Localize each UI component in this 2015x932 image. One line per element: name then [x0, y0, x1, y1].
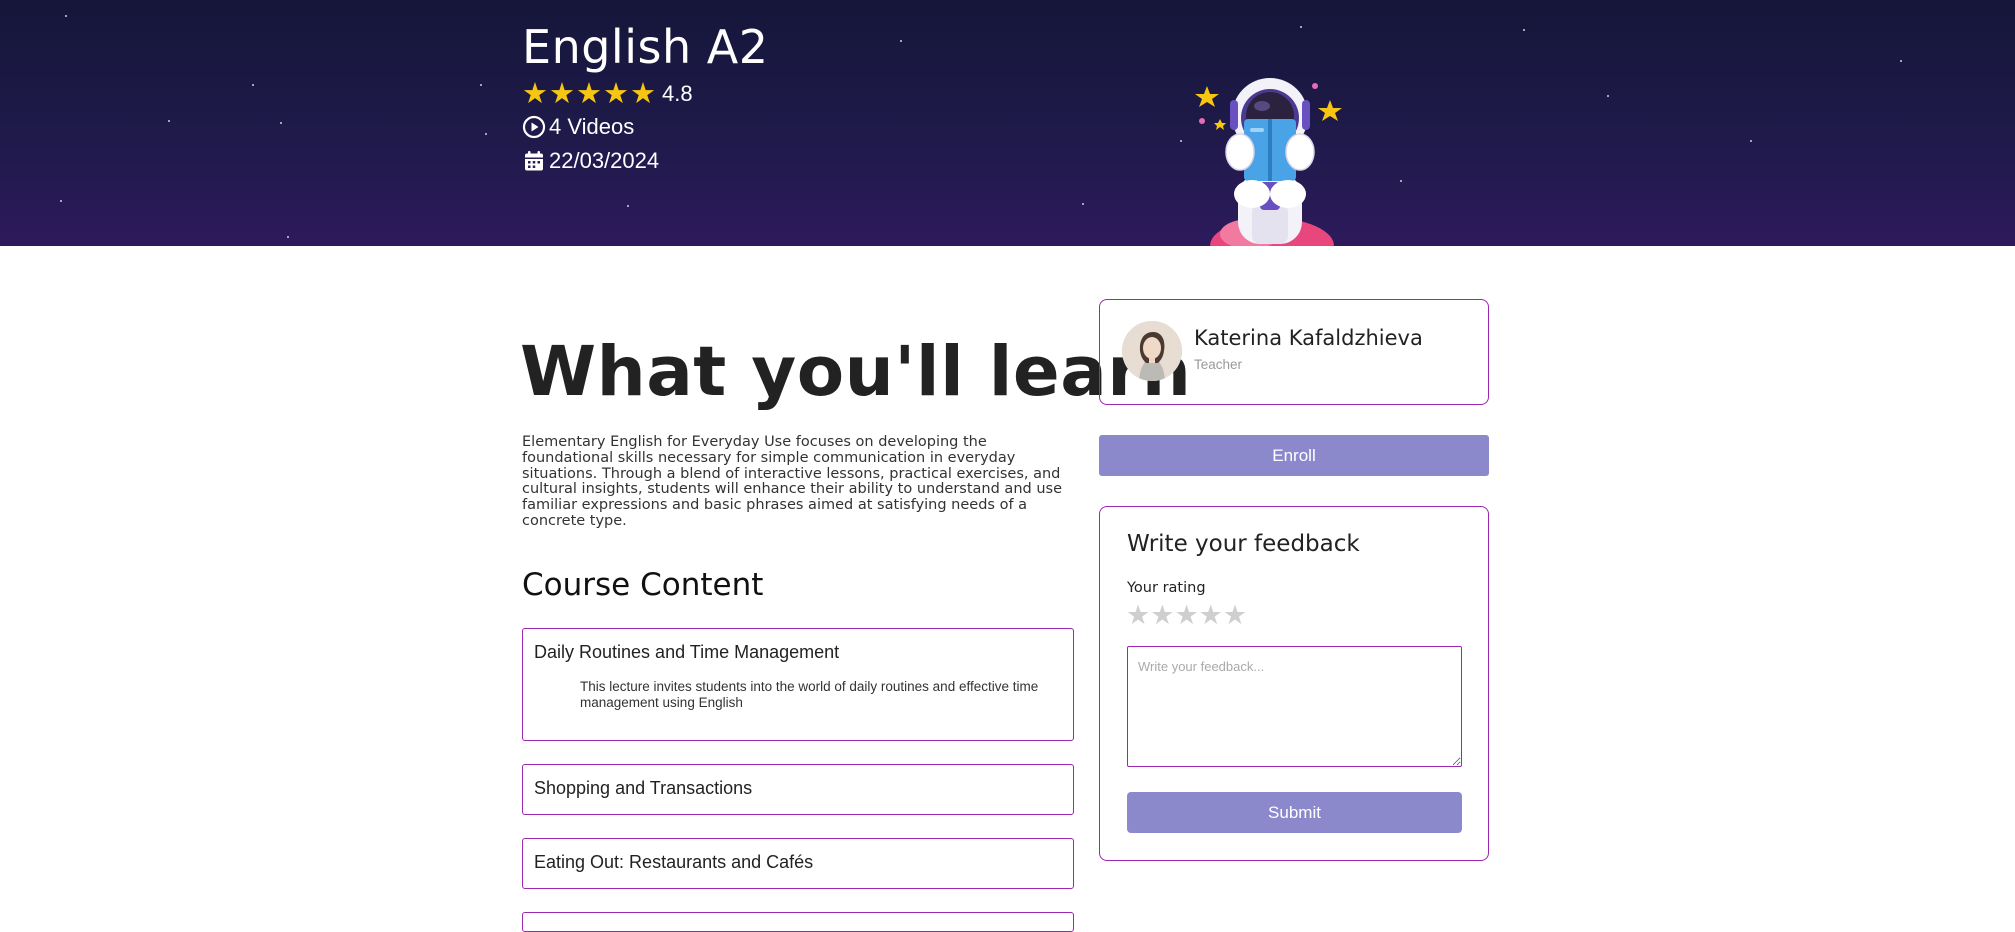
astronaut-reading-illustration	[1195, 78, 1342, 246]
star-icon: ★	[522, 78, 548, 110]
background-star	[1900, 60, 1902, 62]
star-icon: ★	[576, 78, 602, 110]
star-icon: ★	[630, 78, 656, 110]
what-youll-learn-heading: What you'll learn	[520, 332, 1192, 412]
course-date: 22/03/2024	[522, 148, 659, 174]
background-star	[1607, 95, 1609, 97]
teacher-name: Katerina Kafaldzhieva	[1194, 326, 1423, 350]
lesson-description: This lecture invites students into the w…	[580, 679, 1039, 710]
lesson-title: Shopping and Transactions	[534, 778, 753, 798]
teacher-photo	[1122, 321, 1182, 381]
background-star	[1082, 203, 1084, 205]
lesson-title: Daily Routines and Time Management	[534, 642, 840, 662]
rating-input[interactable]: ★ ★ ★ ★ ★	[1126, 602, 1247, 629]
background-star	[627, 205, 629, 207]
video-count: 4 Videos	[522, 114, 634, 140]
submit-button[interactable]: Submit	[1127, 792, 1462, 833]
background-star	[1750, 140, 1752, 142]
background-star	[485, 133, 487, 135]
background-star	[480, 84, 482, 86]
star-icon: ★	[603, 78, 629, 110]
background-star	[252, 84, 254, 86]
lesson-title: Eating Out: Restaurants and Cafés	[534, 852, 814, 872]
star-icon[interactable]: ★	[1199, 602, 1223, 629]
feedback-textarea[interactable]	[1127, 646, 1462, 767]
rating-label: Your rating	[1127, 580, 1206, 596]
background-star	[900, 40, 902, 42]
background-star	[1180, 140, 1182, 142]
course-hero-banner: English A2 ★ ★ ★ ★ ★ 4.8 4 Videos 22/03/…	[0, 0, 2015, 246]
rating-value: 4.8	[662, 81, 693, 106]
lesson-item[interactable]: Shopping and Transactions	[522, 764, 1074, 815]
background-star	[280, 122, 282, 124]
lesson-item[interactable]: Eating Out: Restaurants and Cafés	[522, 838, 1074, 889]
course-content-heading: Course Content	[522, 567, 764, 603]
background-star	[1523, 29, 1525, 31]
background-star	[65, 15, 67, 17]
star-icon[interactable]: ★	[1174, 602, 1198, 629]
teacher-role: Teacher	[1194, 357, 1243, 372]
star-icon: ★	[549, 78, 575, 110]
video-count-text: 4 Videos	[549, 114, 635, 139]
star-icon[interactable]: ★	[1150, 602, 1174, 629]
enroll-button[interactable]: Enroll	[1099, 435, 1489, 476]
teacher-card: Katerina Kafaldzhieva Teacher	[1099, 299, 1489, 405]
course-date-text: 22/03/2024	[549, 148, 660, 173]
background-star	[1300, 26, 1302, 28]
calendar-icon	[525, 151, 543, 171]
lesson-item[interactable]	[522, 912, 1074, 932]
lesson-item[interactable]: Daily Routines and Time Management This …	[522, 628, 1074, 741]
star-icon[interactable]: ★	[1223, 602, 1247, 629]
background-star	[287, 236, 289, 238]
course-description: Elementary English for Everyday Use focu…	[522, 434, 1062, 529]
background-star	[1400, 180, 1402, 182]
feedback-heading: Write your feedback	[1127, 531, 1360, 557]
background-star	[168, 120, 170, 122]
background-star	[60, 200, 62, 202]
course-rating: ★ ★ ★ ★ ★ 4.8	[522, 78, 693, 110]
feedback-form: Write your feedback Your rating ★ ★ ★ ★ …	[1099, 506, 1489, 861]
star-icon[interactable]: ★	[1126, 602, 1150, 629]
course-title: English A2	[522, 20, 769, 74]
play-circle-icon	[522, 115, 546, 139]
avatar	[1122, 321, 1182, 381]
